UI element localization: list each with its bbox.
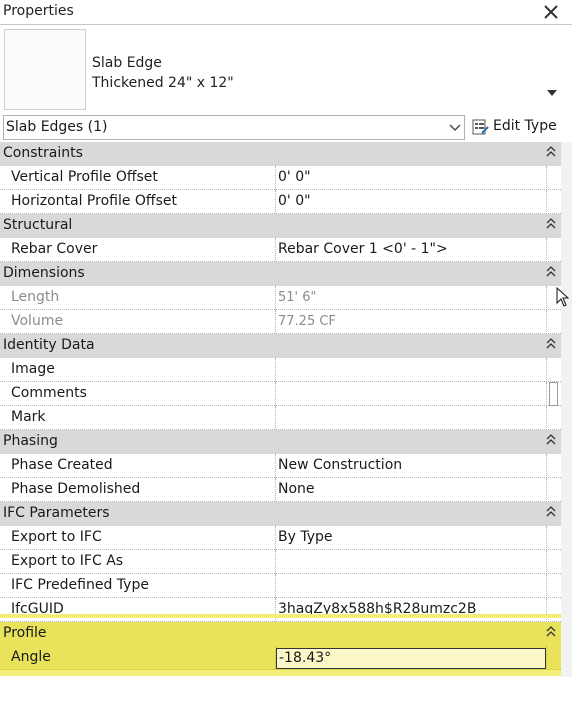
edit-type-button[interactable]: Edit Type (470, 115, 560, 140)
property-name: Comments (11, 385, 87, 401)
chevron-down-icon[interactable] (448, 122, 462, 134)
property-row-image[interactable]: Image (0, 358, 561, 382)
property-name: Vertical Profile Offset (11, 169, 158, 185)
group-identity-data[interactable]: Identity Data (0, 334, 561, 358)
type-selector[interactable]: Slab Edge Thickened 24" x 12" (0, 24, 572, 112)
group-structural[interactable]: Structural (0, 214, 561, 238)
property-row-horizontal-profile-offset[interactable]: Horizontal Profile Offset 0' 0" (0, 190, 561, 214)
property-row-comments[interactable]: Comments (0, 382, 561, 406)
highlight-band-top (0, 614, 561, 618)
close-icon[interactable] (541, 1, 561, 23)
collapse-icon[interactable] (544, 433, 558, 447)
group-phasing[interactable]: Phasing (0, 430, 561, 454)
property-value[interactable]: 0' 0" (278, 169, 311, 185)
property-name: Rebar Cover (11, 241, 98, 257)
edit-type-label: Edit Type (493, 118, 557, 134)
property-value[interactable]: 0' 0" (278, 193, 311, 209)
property-row-export-to-ifc-as[interactable]: Export to IFC As (0, 550, 561, 574)
property-name: Export to IFC (11, 529, 102, 545)
property-row-angle[interactable]: Angle -18.43° (0, 646, 561, 670)
group-dimensions[interactable]: Dimensions (0, 262, 561, 286)
dropdown-arrow-icon[interactable] (545, 88, 559, 98)
group-title: Identity Data (3, 337, 95, 353)
type-name: Thickened 24" x 12" (92, 75, 234, 91)
property-row-length: Length 51' 6" (0, 286, 561, 310)
property-value: 77.25 CF (278, 314, 336, 329)
title-bar: Properties (0, 0, 572, 24)
mouse-pointer-icon (556, 287, 570, 307)
type-family-name: Slab Edge (92, 55, 162, 71)
property-name: Export to IFC As (11, 553, 124, 569)
collapse-icon[interactable] (544, 265, 558, 279)
property-row-ifcguid[interactable]: IfcGUID 3haqZy8x588h$R28umzc2B (0, 598, 561, 622)
property-name: Volume (11, 313, 64, 329)
scrollbar-thumb[interactable] (549, 382, 558, 406)
group-title: Structural (3, 217, 73, 233)
property-row-phase-created[interactable]: Phase Created New Construction (0, 454, 561, 478)
highlight-band-bottom (0, 670, 561, 676)
property-name: Image (11, 361, 55, 377)
property-name: Length (11, 289, 60, 305)
window-title: Properties (3, 3, 74, 19)
collapse-icon[interactable] (544, 217, 558, 231)
group-profile[interactable]: Profile (0, 622, 561, 646)
properties-grid: Constraints Vertical Profile Offset 0' 0… (0, 142, 561, 670)
property-row-export-to-ifc[interactable]: Export to IFC By Type (0, 526, 561, 550)
property-value[interactable]: Rebar Cover 1 <0' - 1"> (278, 241, 448, 257)
instance-filter-select[interactable]: Slab Edges (1) (3, 115, 465, 140)
property-row-volume: Volume 77.25 CF (0, 310, 561, 334)
property-value[interactable]: New Construction (278, 457, 402, 473)
group-title: Constraints (3, 145, 83, 161)
property-name: Phase Demolished (11, 481, 141, 497)
angle-value-input[interactable]: -18.43° (276, 648, 546, 669)
property-value: 51' 6" (278, 290, 317, 305)
group-title: Profile (3, 625, 47, 641)
property-name: Mark (11, 409, 46, 425)
type-preview-image (4, 29, 86, 110)
scrollbar-track[interactable] (561, 142, 572, 677)
group-title: Phasing (3, 433, 58, 449)
group-constraints[interactable]: Constraints (0, 142, 561, 166)
group-title: Dimensions (3, 265, 85, 281)
property-row-ifc-predefined-type[interactable]: IFC Predefined Type (0, 574, 561, 598)
property-name: IFC Predefined Type (11, 577, 149, 593)
property-row-mark[interactable]: Mark (0, 406, 561, 430)
group-ifc-parameters[interactable]: IFC Parameters (0, 502, 561, 526)
collapse-icon[interactable] (544, 625, 558, 639)
property-row-rebar-cover[interactable]: Rebar Cover Rebar Cover 1 <0' - 1"> (0, 238, 561, 262)
property-value[interactable]: None (278, 481, 315, 497)
group-title: IFC Parameters (3, 505, 110, 521)
property-name: Horizontal Profile Offset (11, 193, 177, 209)
property-name: Angle (11, 649, 51, 665)
property-row-vertical-profile-offset[interactable]: Vertical Profile Offset 0' 0" (0, 166, 561, 190)
property-value[interactable]: By Type (278, 529, 333, 545)
instance-filter-value: Slab Edges (1) (6, 119, 108, 135)
collapse-icon[interactable] (544, 145, 558, 159)
property-row-phase-demolished[interactable]: Phase Demolished None (0, 478, 561, 502)
edit-type-icon (472, 118, 489, 136)
collapse-icon[interactable] (544, 337, 558, 351)
property-name: Phase Created (11, 457, 113, 473)
collapse-icon[interactable] (544, 505, 558, 519)
